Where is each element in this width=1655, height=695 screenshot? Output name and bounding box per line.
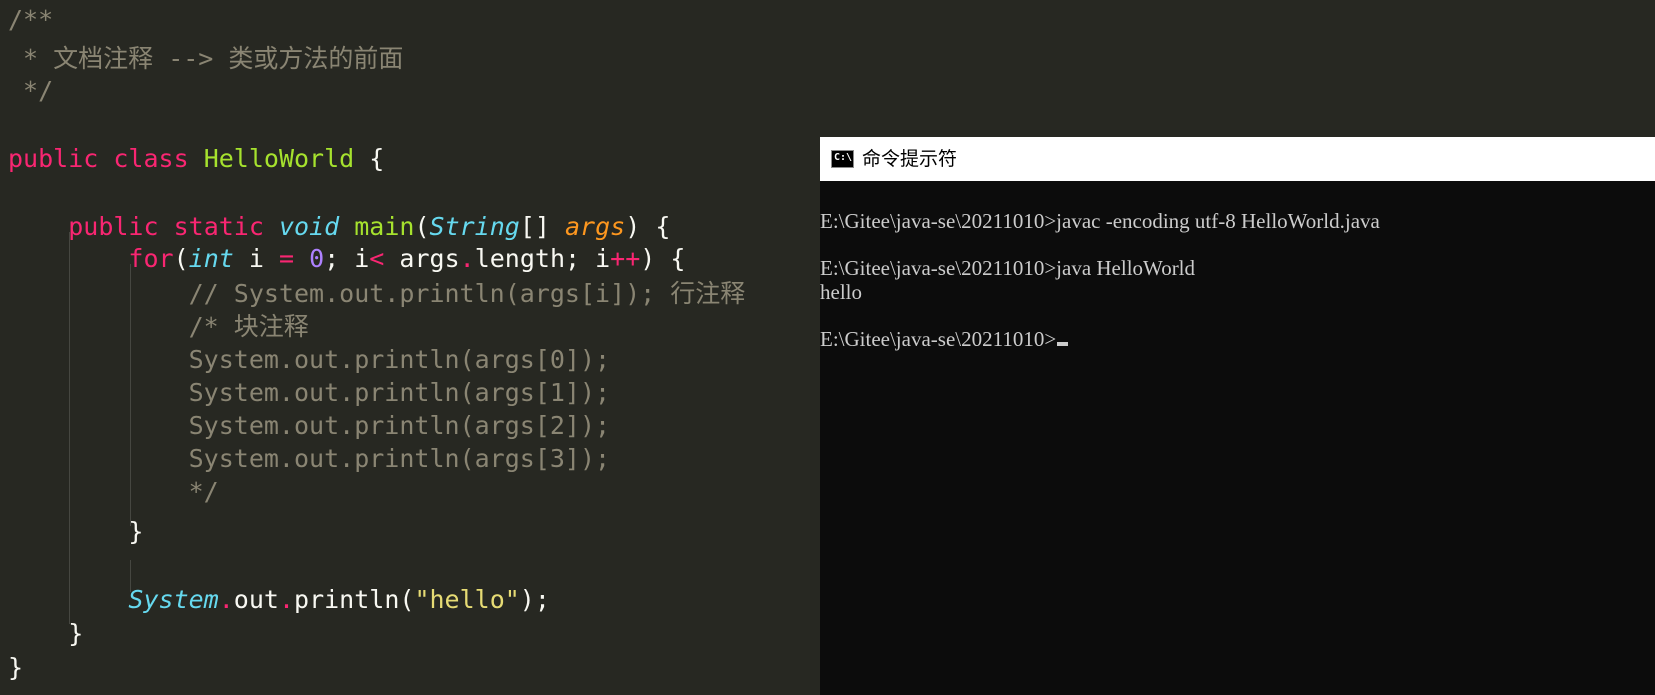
- block-comment-close: */: [188, 477, 219, 506]
- command-prompt-window[interactable]: C:\. 命令提示符 E:\Gitee\java-se\20211010>jav…: [820, 137, 1655, 695]
- code-line-comment: // System.out.println(args[i]); 行注释: [8, 277, 746, 311]
- code-line-for-close: }: [8, 515, 143, 549]
- code-line-comment: System.out.println(args[1]);: [8, 376, 610, 410]
- code-line-main-decl: public static void main(String[] args) {: [8, 210, 670, 244]
- code-line-main-close: }: [8, 617, 83, 651]
- keyword: public: [68, 212, 159, 241]
- code-text: );: [519, 585, 550, 614]
- keyword: static: [173, 212, 264, 241]
- terminal-prompt: E:\Gitee\java-se\20211010>: [820, 327, 1057, 351]
- code-text: ; i: [324, 244, 370, 273]
- brace: }: [128, 517, 144, 546]
- param-args: args: [565, 212, 626, 241]
- terminal-output: hello: [820, 280, 862, 304]
- code-line: * 文档注释 --> 类或方法的前面: [8, 42, 403, 76]
- cmd-icon: C:\.: [831, 150, 858, 168]
- line-comment: // System.out.println(args[i]); 行注释: [188, 279, 746, 308]
- block-comment-open: /* 块注释: [188, 312, 309, 341]
- code-text: i: [233, 244, 279, 273]
- operator: .: [218, 585, 234, 614]
- terminal-line: E:\Gitee\java-se\20211010>java HelloWorl…: [820, 256, 1196, 280]
- code-line-comment: System.out.println(args[3]);: [8, 442, 610, 476]
- doc-comment-open: /**: [8, 5, 54, 34]
- code-line: /**: [8, 3, 53, 37]
- cmd-icon-glyph: C:\.: [834, 152, 859, 163]
- code-text: println(: [294, 585, 415, 614]
- punct: []: [519, 212, 565, 241]
- code-line-comment: */: [8, 475, 219, 509]
- punct: (: [173, 244, 189, 273]
- code-text: args: [384, 244, 460, 273]
- code-line-for: for(int i = 0; i< args.length; i++) {: [8, 242, 685, 276]
- code-line-comment: /* 块注释: [8, 310, 309, 344]
- operator: .: [459, 244, 475, 273]
- block-comment-text: System.out.println(args[1]);: [188, 378, 611, 407]
- code-text: length; i: [474, 244, 611, 273]
- keyword: public: [8, 144, 99, 173]
- terminal-prompt-line[interactable]: E:\Gitee\java-se\20211010>: [820, 327, 1069, 351]
- code-line: */: [8, 74, 53, 108]
- terminal-line: E:\Gitee\java-se\20211010>javac -encodin…: [820, 209, 1380, 233]
- screen: /** * 文档注释 --> 类或方法的前面 */ public class H…: [0, 0, 1655, 695]
- method-name: main: [354, 212, 415, 241]
- code-line-comment: System.out.println(args[0]);: [8, 343, 610, 377]
- window-title: 命令提示符: [862, 148, 958, 170]
- keyword: class: [113, 144, 189, 173]
- code-text: ) {: [640, 244, 686, 273]
- code-text: out: [233, 585, 279, 614]
- brace: }: [8, 653, 24, 682]
- type-string: String: [429, 212, 520, 241]
- type-system: System: [128, 585, 219, 614]
- keyword: for: [128, 244, 174, 273]
- code-line-class-close: }: [8, 651, 23, 685]
- window-titlebar[interactable]: C:\. 命令提示符: [820, 137, 1655, 181]
- punct: (: [414, 212, 430, 241]
- text-cursor: [1057, 342, 1069, 346]
- code-line-comment: System.out.println(args[2]);: [8, 409, 610, 443]
- operator: .: [278, 585, 295, 614]
- doc-comment-text: * 文档注释 --> 类或方法的前面: [8, 44, 404, 73]
- punct: ) {: [625, 212, 671, 241]
- number: 0: [309, 244, 325, 273]
- string-literal: "hello": [414, 585, 520, 614]
- brace: }: [68, 619, 84, 648]
- class-name: HelloWorld: [203, 144, 355, 173]
- operator: =: [278, 244, 295, 273]
- code-editor[interactable]: /** * 文档注释 --> 类或方法的前面 */ public class H…: [0, 0, 820, 695]
- code-line-class-decl: public class HelloWorld {: [8, 142, 384, 176]
- operator: ++: [610, 244, 641, 273]
- block-comment-text: System.out.println(args[0]);: [188, 345, 611, 374]
- type-void: void: [278, 212, 340, 241]
- block-comment-text: System.out.println(args[2]);: [188, 411, 611, 440]
- type-int: int: [188, 244, 234, 273]
- block-comment-text: System.out.println(args[3]);: [188, 444, 611, 473]
- code-line-println: System.out.println("hello");: [8, 583, 550, 617]
- doc-comment-close: */: [8, 76, 54, 105]
- operator: <: [369, 244, 385, 273]
- brace: {: [369, 144, 385, 173]
